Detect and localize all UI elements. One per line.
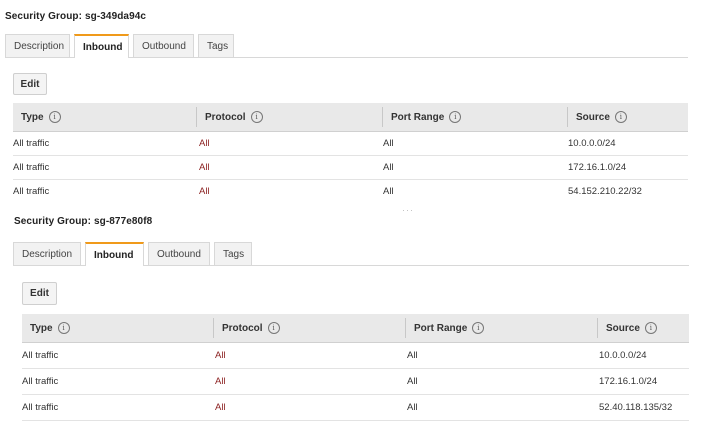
column-divider[interactable]: [405, 318, 406, 338]
cell-protocol: All: [215, 402, 226, 413]
info-icon[interactable]: i: [57, 322, 70, 334]
column-header-port-range[interactable]: Port Range i: [391, 103, 462, 131]
column-header-port-range[interactable]: Port Range i: [414, 314, 485, 342]
table-row[interactable]: All traffic All All 52.40.118.135/32: [22, 395, 689, 421]
column-header-label: Protocol: [222, 322, 263, 334]
column-divider[interactable]: [382, 107, 383, 127]
tab-description[interactable]: Description: [5, 34, 70, 57]
cell-port-range: All: [407, 402, 418, 413]
table-row[interactable]: All traffic All All 54.152.210.22/32: [13, 180, 688, 203]
column-header-label: Protocol: [205, 111, 246, 123]
table-row[interactable]: All traffic All All 172.16.1.0/24: [22, 369, 689, 395]
column-header-protocol[interactable]: Protocol i: [222, 314, 280, 342]
info-icon[interactable]: i: [250, 111, 263, 123]
cell-port-range: All: [383, 162, 394, 173]
column-header-label: Source: [606, 322, 640, 334]
cell-source: 54.152.210.22/32: [568, 186, 642, 197]
cell-type: All traffic: [13, 138, 50, 149]
cell-protocol: All: [215, 376, 226, 387]
tab-outbound[interactable]: Outbound: [133, 34, 194, 57]
cell-source: 172.16.1.0/24: [568, 162, 627, 173]
column-header-label: Type: [21, 111, 44, 123]
cell-port-range: All: [383, 186, 394, 197]
tab-inbound[interactable]: Inbound: [74, 34, 129, 58]
tab-description[interactable]: Description: [13, 242, 81, 265]
cell-protocol: All: [215, 350, 226, 361]
info-icon[interactable]: i: [267, 322, 280, 334]
column-header-label: Type: [30, 322, 53, 334]
table-header: Type i Protocol i Port Range i Source i: [13, 103, 688, 132]
column-header-type[interactable]: Type i: [21, 103, 61, 131]
table-row[interactable]: All traffic All All 172.16.1.0/24: [13, 156, 688, 180]
cell-type: All traffic: [13, 186, 50, 197]
table-row[interactable]: All traffic All All 10.0.0.0/24: [13, 132, 688, 156]
cell-type: All traffic: [22, 350, 59, 361]
column-header-source[interactable]: Source i: [606, 314, 657, 342]
info-icon[interactable]: i: [48, 111, 61, 123]
column-header-source[interactable]: Source i: [576, 103, 627, 131]
column-header-protocol[interactable]: Protocol i: [205, 103, 263, 131]
cell-source: 172.16.1.0/24: [599, 376, 658, 387]
cell-source: 10.0.0.0/24: [568, 138, 616, 149]
column-header-type[interactable]: Type i: [30, 314, 70, 342]
cell-type: All traffic: [22, 376, 59, 387]
cell-protocol: All: [199, 138, 210, 149]
panel-resize-handle[interactable]: ···: [402, 205, 414, 215]
column-header-label: Port Range: [391, 111, 445, 123]
column-header-label: Source: [576, 111, 610, 123]
edit-button[interactable]: Edit: [22, 282, 57, 305]
cell-type: All traffic: [13, 162, 50, 173]
cell-source: 52.40.118.135/32: [599, 402, 673, 413]
column-divider[interactable]: [597, 318, 598, 338]
tab-bar: Description Inbound Outbound Tags: [5, 34, 238, 58]
tab-inbound[interactable]: Inbound: [85, 242, 144, 266]
info-icon[interactable]: i: [614, 111, 627, 123]
cell-protocol: All: [199, 186, 210, 197]
table-header: Type i Protocol i Port Range i Source i: [22, 314, 689, 343]
cell-port-range: All: [407, 350, 418, 361]
cell-port-range: All: [407, 376, 418, 387]
cell-type: All traffic: [22, 402, 59, 413]
tab-bar: Description Inbound Outbound Tags: [13, 242, 256, 266]
tab-tags[interactable]: Tags: [198, 34, 234, 57]
tab-tags[interactable]: Tags: [214, 242, 252, 265]
column-divider[interactable]: [213, 318, 214, 338]
security-group-title: Security Group: sg-877e80f8: [14, 216, 153, 227]
table-row[interactable]: All traffic All All 10.0.0.0/24: [22, 343, 689, 369]
column-divider[interactable]: [567, 107, 568, 127]
column-divider[interactable]: [196, 107, 197, 127]
edit-button[interactable]: Edit: [13, 73, 47, 95]
info-icon[interactable]: i: [449, 111, 462, 123]
security-group-title: Security Group: sg-349da94c: [5, 11, 147, 22]
cell-port-range: All: [383, 138, 394, 149]
tab-outbound[interactable]: Outbound: [148, 242, 210, 265]
info-icon[interactable]: i: [472, 322, 485, 334]
column-header-label: Port Range: [414, 322, 468, 334]
cell-source: 10.0.0.0/24: [599, 350, 647, 361]
cell-protocol: All: [199, 162, 210, 173]
info-icon[interactable]: i: [644, 322, 657, 334]
